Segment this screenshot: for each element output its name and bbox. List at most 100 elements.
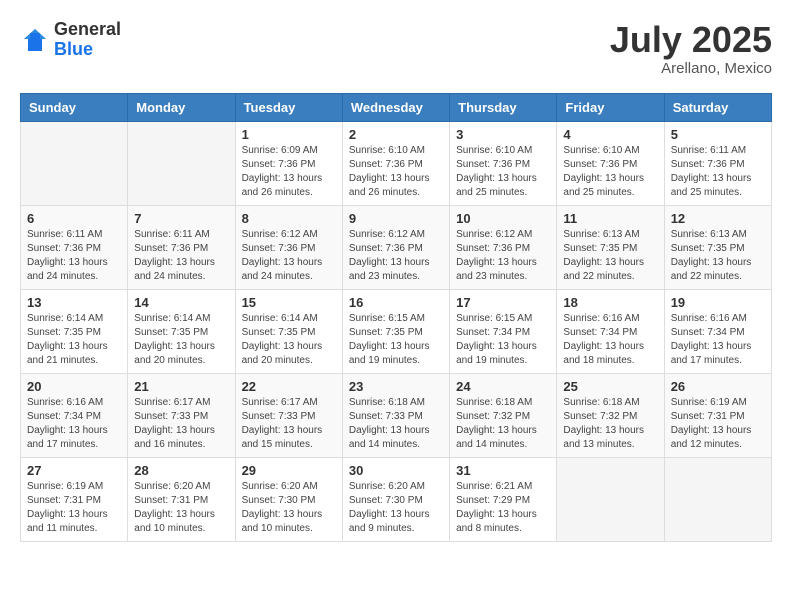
table-row: 19 Sunrise: 6:16 AMSunset: 7:34 PMDayligh… bbox=[664, 289, 771, 373]
page-header: General Blue July 2025 Arellano, Mexico bbox=[20, 20, 772, 77]
day-number: 16 bbox=[349, 295, 443, 310]
day-number: 22 bbox=[242, 379, 336, 394]
day-number: 31 bbox=[456, 463, 550, 478]
month-title: July 2025 bbox=[610, 20, 772, 60]
day-info: Sunrise: 6:12 AMSunset: 7:36 PMDaylight:… bbox=[242, 228, 336, 284]
table-row: 20Sunrise: 6:16 AMSunset: 7:34 PMDayligh… bbox=[21, 373, 128, 457]
day-info: Sunrise: 6:14 AMSunset: 7:35 PMDaylight:… bbox=[134, 312, 228, 368]
table-row: 29 Sunrise: 6:20 AMSunset: 7:30 PMDayligh… bbox=[235, 457, 342, 541]
day-number: 11 bbox=[563, 211, 657, 226]
col-thursday: Thursday bbox=[450, 93, 557, 121]
table-row: 24 Sunrise: 6:18 AMSunset: 7:32 PMDayligh… bbox=[450, 373, 557, 457]
logo-blue-text: Blue bbox=[54, 40, 121, 60]
day-info: Sunrise: 6:10 AMSunset: 7:36 PMDaylight:… bbox=[456, 144, 550, 200]
day-info: Sunrise: 6:16 AMSunset: 7:34 PMDaylight:… bbox=[27, 396, 121, 452]
day-number: 5 bbox=[671, 127, 765, 142]
day-number: 28 bbox=[134, 463, 228, 478]
table-row: 25 Sunrise: 6:18 AMSunset: 7:32 PMDayligh… bbox=[557, 373, 664, 457]
day-number: 21 bbox=[134, 379, 228, 394]
table-row: 1 Sunrise: 6:09 AMSunset: 7:36 PMDaylight… bbox=[235, 121, 342, 205]
col-wednesday: Wednesday bbox=[342, 93, 449, 121]
day-info: Sunrise: 6:20 AMSunset: 7:30 PMDaylight:… bbox=[242, 480, 336, 536]
col-sunday: Sunday bbox=[21, 93, 128, 121]
day-number: 18 bbox=[563, 295, 657, 310]
day-number: 4 bbox=[563, 127, 657, 142]
day-number: 19 bbox=[671, 295, 765, 310]
day-info: Sunrise: 6:19 AMSunset: 7:31 PMDaylight:… bbox=[671, 396, 765, 452]
day-info: Sunrise: 6:14 AMSunset: 7:35 PMDaylight:… bbox=[27, 312, 121, 368]
table-row: 7 Sunrise: 6:11 AMSunset: 7:36 PMDaylight… bbox=[128, 205, 235, 289]
col-saturday: Saturday bbox=[664, 93, 771, 121]
day-info: Sunrise: 6:14 AMSunset: 7:35 PMDaylight:… bbox=[242, 312, 336, 368]
day-info: Sunrise: 6:18 AMSunset: 7:32 PMDaylight:… bbox=[456, 396, 550, 452]
day-number: 13 bbox=[27, 295, 121, 310]
day-info: Sunrise: 6:13 AMSunset: 7:35 PMDaylight:… bbox=[563, 228, 657, 284]
col-tuesday: Tuesday bbox=[235, 93, 342, 121]
day-info: Sunrise: 6:09 AMSunset: 7:36 PMDaylight:… bbox=[242, 144, 336, 200]
calendar-table: Sunday Monday Tuesday Wednesday Thursday… bbox=[20, 93, 772, 542]
table-row bbox=[664, 457, 771, 541]
day-number: 29 bbox=[242, 463, 336, 478]
table-row: 22 Sunrise: 6:17 AMSunset: 7:33 PMDayligh… bbox=[235, 373, 342, 457]
table-row: 4 Sunrise: 6:10 AMSunset: 7:36 PMDaylight… bbox=[557, 121, 664, 205]
table-row: 16 Sunrise: 6:15 AMSunset: 7:35 PMDayligh… bbox=[342, 289, 449, 373]
day-number: 30 bbox=[349, 463, 443, 478]
table-row: 31 Sunrise: 6:21 AMSunset: 7:29 PMDayligh… bbox=[450, 457, 557, 541]
day-number: 27 bbox=[27, 463, 121, 478]
calendar-week-3: 13 Sunrise: 6:14 AMSunset: 7:35 PMDayligh… bbox=[21, 289, 772, 373]
day-number: 23 bbox=[349, 379, 443, 394]
table-row: 28 Sunrise: 6:20 AMSunset: 7:31 PMDayligh… bbox=[128, 457, 235, 541]
title-block: July 2025 Arellano, Mexico bbox=[610, 20, 772, 77]
day-number: 25 bbox=[563, 379, 657, 394]
table-row: 14 Sunrise: 6:14 AMSunset: 7:35 PMDayligh… bbox=[128, 289, 235, 373]
calendar-week-2: 6 Sunrise: 6:11 AMSunset: 7:36 PMDaylight… bbox=[21, 205, 772, 289]
table-row: 26 Sunrise: 6:19 AMSunset: 7:31 PMDayligh… bbox=[664, 373, 771, 457]
day-info: Sunrise: 6:11 AMSunset: 7:36 PMDaylight:… bbox=[671, 144, 765, 200]
day-info: Sunrise: 6:10 AMSunset: 7:36 PMDaylight:… bbox=[349, 144, 443, 200]
day-number: 2 bbox=[349, 127, 443, 142]
day-number: 24 bbox=[456, 379, 550, 394]
logo-general-text: General bbox=[54, 20, 121, 40]
day-number: 7 bbox=[134, 211, 228, 226]
table-row: 5 Sunrise: 6:11 AMSunset: 7:36 PMDaylight… bbox=[664, 121, 771, 205]
table-row bbox=[21, 121, 128, 205]
day-number: 6 bbox=[27, 211, 121, 226]
day-number: 1 bbox=[242, 127, 336, 142]
location-subtitle: Arellano, Mexico bbox=[610, 60, 772, 77]
day-info: Sunrise: 6:18 AMSunset: 7:32 PMDaylight:… bbox=[563, 396, 657, 452]
table-row: 27Sunrise: 6:19 AMSunset: 7:31 PMDayligh… bbox=[21, 457, 128, 541]
logo: General Blue bbox=[20, 20, 121, 60]
day-info: Sunrise: 6:17 AMSunset: 7:33 PMDaylight:… bbox=[242, 396, 336, 452]
table-row: 3 Sunrise: 6:10 AMSunset: 7:36 PMDaylight… bbox=[450, 121, 557, 205]
table-row: 21 Sunrise: 6:17 AMSunset: 7:33 PMDayligh… bbox=[128, 373, 235, 457]
table-row: 15 Sunrise: 6:14 AMSunset: 7:35 PMDayligh… bbox=[235, 289, 342, 373]
day-info: Sunrise: 6:13 AMSunset: 7:35 PMDaylight:… bbox=[671, 228, 765, 284]
day-number: 26 bbox=[671, 379, 765, 394]
day-info: Sunrise: 6:10 AMSunset: 7:36 PMDaylight:… bbox=[563, 144, 657, 200]
calendar-header-row: Sunday Monday Tuesday Wednesday Thursday… bbox=[21, 93, 772, 121]
calendar-week-4: 20Sunrise: 6:16 AMSunset: 7:34 PMDayligh… bbox=[21, 373, 772, 457]
table-row: 8Sunrise: 6:12 AMSunset: 7:36 PMDaylight… bbox=[235, 205, 342, 289]
table-row: 18Sunrise: 6:16 AMSunset: 7:34 PMDayligh… bbox=[557, 289, 664, 373]
table-row: 17Sunrise: 6:15 AMSunset: 7:34 PMDayligh… bbox=[450, 289, 557, 373]
calendar-week-5: 27Sunrise: 6:19 AMSunset: 7:31 PMDayligh… bbox=[21, 457, 772, 541]
table-row: 23Sunrise: 6:18 AMSunset: 7:33 PMDayligh… bbox=[342, 373, 449, 457]
day-number: 14 bbox=[134, 295, 228, 310]
day-number: 15 bbox=[242, 295, 336, 310]
day-info: Sunrise: 6:16 AMSunset: 7:34 PMDaylight:… bbox=[671, 312, 765, 368]
col-monday: Monday bbox=[128, 93, 235, 121]
day-info: Sunrise: 6:12 AMSunset: 7:36 PMDaylight:… bbox=[456, 228, 550, 284]
day-info: Sunrise: 6:21 AMSunset: 7:29 PMDaylight:… bbox=[456, 480, 550, 536]
day-info: Sunrise: 6:11 AMSunset: 7:36 PMDaylight:… bbox=[27, 228, 121, 284]
day-info: Sunrise: 6:20 AMSunset: 7:31 PMDaylight:… bbox=[134, 480, 228, 536]
day-info: Sunrise: 6:17 AMSunset: 7:33 PMDaylight:… bbox=[134, 396, 228, 452]
table-row: 10Sunrise: 6:12 AMSunset: 7:36 PMDayligh… bbox=[450, 205, 557, 289]
day-info: Sunrise: 6:11 AMSunset: 7:36 PMDaylight:… bbox=[134, 228, 228, 284]
day-number: 3 bbox=[456, 127, 550, 142]
table-row bbox=[557, 457, 664, 541]
table-row: 6 Sunrise: 6:11 AMSunset: 7:36 PMDaylight… bbox=[21, 205, 128, 289]
calendar-week-1: 1 Sunrise: 6:09 AMSunset: 7:36 PMDaylight… bbox=[21, 121, 772, 205]
day-info: Sunrise: 6:15 AMSunset: 7:35 PMDaylight:… bbox=[349, 312, 443, 368]
day-number: 12 bbox=[671, 211, 765, 226]
table-row: 13 Sunrise: 6:14 AMSunset: 7:35 PMDayligh… bbox=[21, 289, 128, 373]
